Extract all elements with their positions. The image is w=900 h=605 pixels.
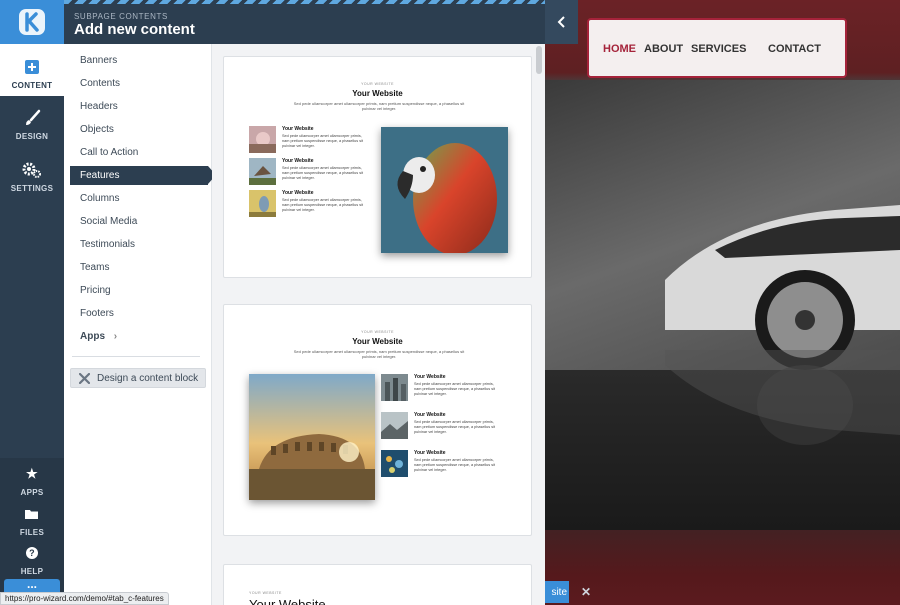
flower-thumbnail	[249, 126, 276, 153]
feature-item: Your Website Sed pede ullamcorper amet u…	[249, 158, 374, 186]
menu-item-banners[interactable]: Banners	[80, 55, 117, 66]
rail-help-label: HELP	[20, 567, 44, 576]
bird-thumbnail	[249, 158, 276, 185]
nav-contact-link[interactable]: CONTACT	[768, 43, 821, 55]
rail-settings-label: SETTINGS	[10, 184, 54, 193]
main-sidebar: CONTENT DESIGN SETTINGS ★ APPS FILES ? H…	[0, 0, 64, 605]
star-icon: ★	[26, 466, 38, 481]
preview-kicker: YOUR WEBSITE	[361, 82, 394, 86]
design-content-block-button[interactable]: Design a content block	[70, 368, 206, 388]
tools-icon	[79, 372, 90, 384]
design-content-block-label: Design a content block	[97, 372, 199, 384]
feature-item: Your Website Sed pede ullamcorper amet u…	[381, 374, 506, 402]
menu-item-pricing[interactable]: Pricing	[80, 285, 111, 296]
city-thumbnail	[381, 374, 408, 401]
status-bar-url: https://pro-wizard.com/demo/#tab_c-featu…	[0, 592, 169, 605]
menu-divider	[72, 356, 200, 357]
parrot-image	[381, 127, 508, 253]
feature-title: Your Website	[282, 190, 314, 196]
car-image	[665, 205, 900, 445]
feature-item: Your Website Sed pede ullamcorper amet u…	[249, 190, 374, 218]
feature-item: Your Website Sed pede ullamcorper amet u…	[381, 412, 506, 440]
more-button[interactable]: ...	[4, 578, 60, 593]
menu-item-teams[interactable]: Teams	[80, 262, 109, 273]
feature-block-preview-3[interactable]: YOUR WEBSITE Your Website	[223, 564, 532, 605]
lights-thumbnail	[381, 450, 408, 477]
menu-item-footers[interactable]: Footers	[80, 308, 114, 319]
feature-title: Your Website	[282, 158, 314, 164]
menu-item-call-to-action[interactable]: Call to Action	[80, 147, 138, 158]
menu-item-apps[interactable]: Apps ›	[80, 331, 117, 342]
preview-heading: Your Website	[249, 597, 326, 605]
panel-header: SUBPAGE CONTENTS Add new content	[64, 0, 545, 44]
menu-item-features-label: Features	[80, 170, 120, 181]
content-category-menu: Banners Contents Headers Objects Call to…	[64, 44, 216, 605]
nav-services-link[interactable]: SERVICES	[691, 43, 746, 55]
feature-title: Your Website	[414, 450, 446, 456]
menu-item-testimonials[interactable]: Testimonials	[80, 239, 135, 250]
bird-thumbnail	[249, 190, 276, 217]
rail-apps-label: APPS	[20, 488, 44, 497]
rail-settings-button[interactable]: SETTINGS	[0, 152, 64, 202]
menu-item-apps-label: Apps	[80, 331, 105, 342]
feature-text: Sed pede ullamcorper amet ullamcorper pr…	[282, 166, 364, 180]
menu-item-columns[interactable]: Columns	[80, 193, 119, 204]
folder-icon	[22, 504, 42, 524]
website-preview: HOME ABOUT SERVICES CONTACT site ✕	[545, 0, 900, 605]
gears-icon	[22, 160, 42, 180]
header-stripes	[64, 0, 545, 4]
rail-files-label: FILES	[19, 528, 45, 537]
nav-about-link[interactable]: ABOUT	[644, 43, 683, 55]
feature-text: Sed pede ullamcorper amet ullamcorper pr…	[414, 420, 496, 434]
app-logo[interactable]	[0, 0, 64, 44]
panel-title: Add new content	[74, 21, 195, 38]
feature-text: Sed pede ullamcorper amet ullamcorper pr…	[414, 382, 496, 396]
close-icon[interactable]: ✕	[581, 585, 591, 599]
menu-item-headers[interactable]: Headers	[80, 101, 118, 112]
rail-apps-button[interactable]: ★ APPS	[0, 462, 64, 500]
panel-subtitle: SUBPAGE CONTENTS	[74, 12, 168, 21]
menu-item-objects[interactable]: Objects	[80, 124, 114, 135]
plus-icon	[22, 57, 42, 77]
brush-icon	[22, 108, 42, 128]
rail-design-button[interactable]: DESIGN	[0, 100, 64, 150]
svg-text:?: ?	[29, 548, 35, 558]
preview-heading: Your Website	[352, 89, 403, 98]
feature-block-preview-1[interactable]: YOUR WEBSITE Your Website Sed pede ullam…	[223, 56, 532, 278]
preview-lead: Sed pede ullamcorper amet ullamcorper pr…	[293, 349, 465, 359]
rail-design-label: DESIGN	[15, 132, 49, 141]
help-icon: ?	[22, 543, 42, 563]
preview-heading: Your Website	[352, 337, 403, 346]
feature-item: Your Website Sed pede ullamcorper amet u…	[381, 450, 506, 478]
site-navigation: HOME ABOUT SERVICES CONTACT	[587, 18, 847, 78]
feature-item: Your Website Sed pede ullamcorper amet u…	[249, 126, 374, 154]
preview-kicker: YOUR WEBSITE	[361, 330, 394, 334]
collapse-panel-button[interactable]	[545, 0, 578, 44]
colosseum-image	[249, 374, 375, 500]
preview-lead: Sed pede ullamcorper amet ullamcorper pr…	[293, 101, 465, 111]
feature-text: Sed pede ullamcorper amet ullamcorper pr…	[414, 458, 496, 472]
menu-item-social-media[interactable]: Social Media	[80, 216, 137, 227]
chevron-right-icon: ›	[113, 331, 118, 342]
preview-scrollbar[interactable]	[536, 46, 542, 74]
feature-title: Your Website	[414, 412, 446, 418]
preview-kicker: YOUR WEBSITE	[249, 591, 282, 595]
menu-item-contents[interactable]: Contents	[80, 78, 120, 89]
content-block-previews: YOUR WEBSITE Your Website Sed pede ullam…	[212, 44, 545, 605]
feature-text: Sed pede ullamcorper amet ullamcorper pr…	[282, 134, 364, 148]
logo-icon	[19, 9, 45, 35]
site-button[interactable]: site	[545, 581, 569, 603]
feature-title: Your Website	[282, 126, 314, 132]
landscape-thumbnail	[381, 412, 408, 439]
rail-help-button[interactable]: ? HELP	[0, 541, 64, 579]
rail-content-button[interactable]: CONTENT	[0, 44, 64, 96]
rail-content-label: CONTENT	[11, 81, 53, 90]
feature-block-preview-2[interactable]: YOUR WEBSITE Your Website Sed pede ullam…	[223, 304, 532, 536]
menu-item-features[interactable]: Features	[70, 166, 216, 185]
feature-text: Sed pede ullamcorper amet ullamcorper pr…	[282, 198, 364, 212]
chevron-left-icon	[557, 16, 565, 28]
nav-home-link[interactable]: HOME	[603, 43, 636, 55]
rail-files-button[interactable]: FILES	[0, 502, 64, 540]
feature-title: Your Website	[414, 374, 446, 380]
